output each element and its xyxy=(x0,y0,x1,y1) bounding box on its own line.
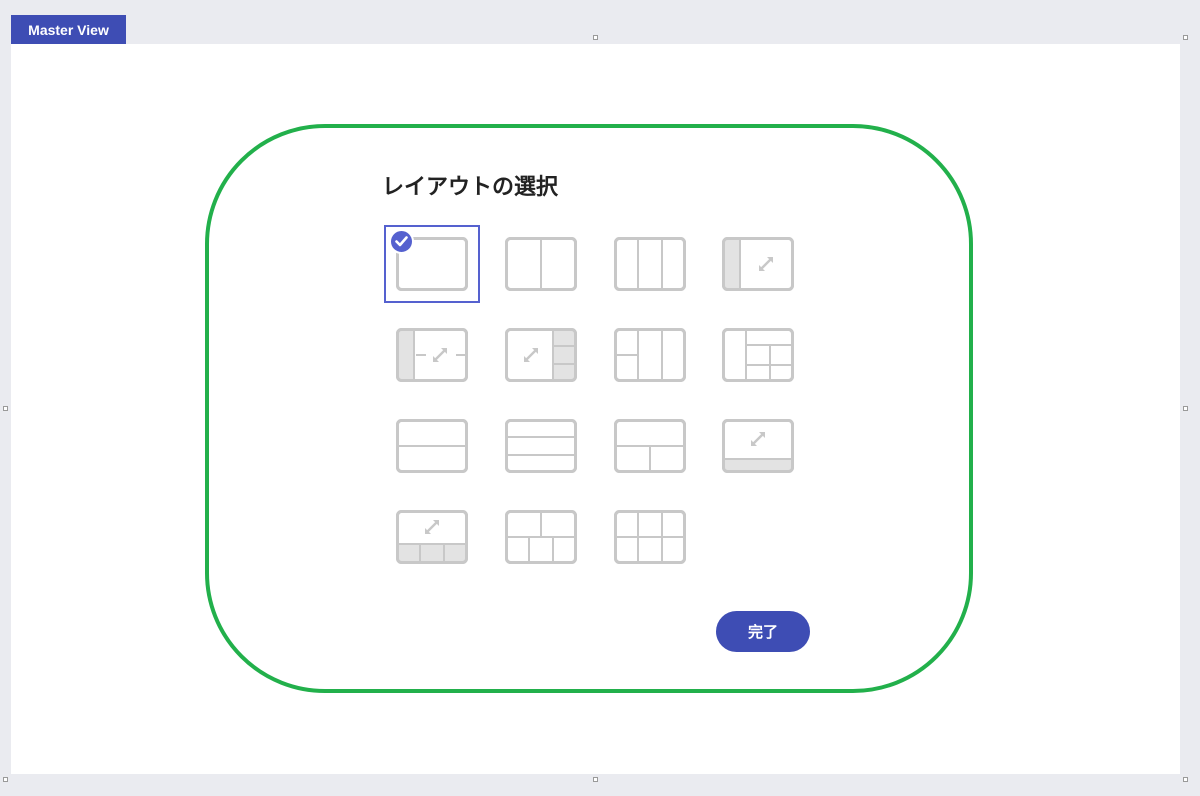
done-button[interactable]: 完了 xyxy=(716,611,810,652)
layout-option-grid-three-by-two[interactable] xyxy=(602,498,698,576)
layout-option-bottom-three-expandable[interactable] xyxy=(384,498,480,576)
layout-thumbnail xyxy=(722,328,794,382)
layout-option-bottom-bar-expandable[interactable] xyxy=(710,407,806,485)
layout-thumbnail xyxy=(614,237,686,291)
layout-option-three-columns[interactable] xyxy=(602,225,698,303)
layout-thumbnail xyxy=(505,237,577,291)
layout-option-left-sidebar-split-expandable[interactable] xyxy=(384,316,480,394)
resize-handle[interactable] xyxy=(1183,35,1188,40)
resize-handle[interactable] xyxy=(3,406,8,411)
layout-thumbnail xyxy=(614,328,686,382)
layout-option-left-sidebar-expandable[interactable] xyxy=(710,225,806,303)
annotation-outline xyxy=(205,124,973,693)
layout-option-right-stack-expandable[interactable] xyxy=(493,316,589,394)
layout-thumbnail xyxy=(505,328,577,382)
layout-option-two-columns[interactable] xyxy=(493,225,589,303)
resize-handle[interactable] xyxy=(1183,406,1188,411)
resize-handle[interactable] xyxy=(1183,777,1188,782)
dialog-title: レイアウトの選択 xyxy=(382,175,559,200)
layout-thumbnail xyxy=(505,419,577,473)
layout-option-complex-grid-right[interactable] xyxy=(710,316,806,394)
tab-master-view[interactable]: Master View xyxy=(11,15,126,44)
resize-handle[interactable] xyxy=(593,777,598,782)
layout-thumbnail xyxy=(614,419,686,473)
layout-thumbnail xyxy=(722,237,794,291)
layout-thumbnail xyxy=(396,328,468,382)
layout-option-two-rows[interactable] xyxy=(384,407,480,485)
layout-option-left-split-three-columns[interactable] xyxy=(602,316,698,394)
checkmark-icon xyxy=(389,229,414,254)
layout-thumbnail xyxy=(505,510,577,564)
layout-thumbnail xyxy=(614,510,686,564)
layout-option-top-split-bottom-three[interactable] xyxy=(493,498,589,576)
resize-handle[interactable] xyxy=(3,777,8,782)
layout-thumbnail xyxy=(396,419,468,473)
layout-thumbnail xyxy=(722,419,794,473)
layout-thumbnail xyxy=(396,510,468,564)
layout-option-three-rows[interactable] xyxy=(493,407,589,485)
resize-handle[interactable] xyxy=(593,35,598,40)
layout-option-top-row-bottom-split[interactable] xyxy=(602,407,698,485)
